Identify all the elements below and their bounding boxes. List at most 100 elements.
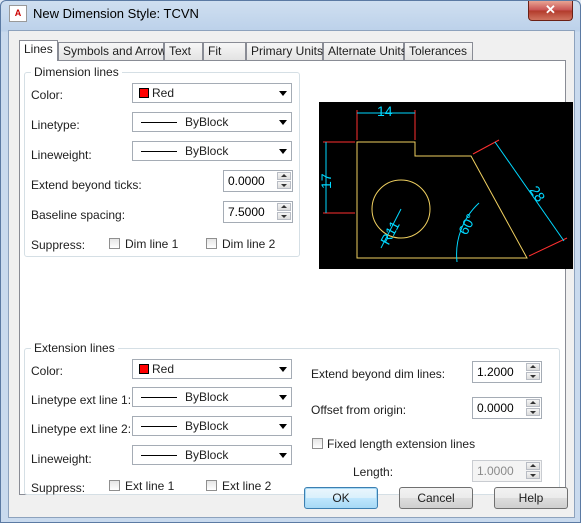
dim-lineweight-value: ByBlock	[185, 144, 229, 158]
spin-down-icon[interactable]	[526, 408, 540, 416]
length-input[interactable]	[475, 463, 527, 479]
tab-alternate-units[interactable]: Alternate Units	[323, 42, 407, 60]
tab-tolerances[interactable]: Tolerances	[404, 42, 473, 60]
ext-line-1-label: Ext line 1	[125, 479, 175, 493]
ext-line-2-checkbox[interactable]	[206, 480, 217, 491]
spin-up-icon[interactable]	[277, 172, 291, 180]
dim-linetype-value: ByBlock	[185, 115, 229, 129]
dim-text-17: 17	[319, 173, 334, 189]
dim-linetype-combo[interactable]: ByBlock	[132, 112, 292, 132]
spin-up-icon[interactable]	[526, 363, 540, 371]
dim-line-1-label: Dim line 1	[125, 237, 179, 251]
line-sample-icon	[141, 426, 177, 427]
ext-line-2-label: Ext line 2	[222, 479, 272, 493]
ext-color-combo[interactable]: Red	[132, 359, 292, 379]
length-label: Length:	[353, 465, 394, 479]
dim-text-60-deg: 60°	[455, 211, 479, 237]
extend-beyond-ticks-label: Extend beyond ticks:	[31, 178, 142, 192]
dim-line-2-checkbox[interactable]	[206, 238, 217, 249]
dim-lineweight-label: Lineweight:	[31, 148, 92, 162]
spin-up-icon[interactable]	[526, 399, 540, 407]
spin-down-icon[interactable]	[526, 471, 540, 479]
extend-beyond-dim-lines-input[interactable]	[475, 364, 527, 380]
offset-from-origin-spinner[interactable]	[472, 397, 542, 419]
dim-text-14: 14	[377, 103, 393, 119]
lines-tab-page: Dimension lines Color: Red Linetype: ByB…	[19, 60, 573, 495]
offset-from-origin-label: Offset from origin:	[311, 403, 407, 417]
tab-text[interactable]: Text	[164, 42, 203, 60]
preview-drawing: 14 17 28 60° R11	[318, 103, 568, 263]
ext-color-label: Color:	[31, 364, 64, 378]
dialog-client-area: Lines Symbols and Arrows Text Fit Primar…	[8, 30, 575, 518]
dim-text-28: 28	[527, 183, 549, 205]
dim-line-1-checkbox[interactable]	[109, 238, 120, 249]
ext-color-value: Red	[152, 362, 175, 376]
preview-extension-lines	[323, 110, 568, 257]
ext-suppress-label: Suppress:	[31, 481, 86, 495]
baseline-spacing-input[interactable]	[226, 204, 278, 220]
dim-color-combo[interactable]: Red	[132, 83, 292, 103]
chevron-down-icon	[279, 453, 287, 458]
chevron-down-icon	[279, 91, 287, 96]
dialog-window: A New Dimension Style: TCVN ✕ Lines Symb…	[0, 0, 581, 523]
preview-dimension-lines	[325, 112, 565, 263]
dim-color-label: Color:	[31, 88, 64, 102]
chevron-down-icon	[279, 367, 287, 372]
fixed-length-extension-lines-checkbox[interactable]	[312, 438, 323, 449]
tab-fit[interactable]: Fit	[203, 42, 246, 60]
tab-symbols-and-arrows[interactable]: Symbols and Arrows	[58, 42, 172, 60]
window-title: New Dimension Style: TCVN	[33, 6, 199, 21]
chevron-down-icon	[279, 395, 287, 400]
spinner-buttons	[526, 363, 540, 381]
linetype-ext-line-2-label: Linetype ext line 2:	[31, 422, 132, 436]
linetype-ext-line-1-label: Linetype ext line 1:	[31, 393, 132, 407]
line-sample-icon	[141, 455, 177, 456]
ext-lineweight-label: Lineweight:	[31, 452, 92, 466]
length-spinner[interactable]	[472, 460, 542, 482]
linetype-ext-line-1-combo[interactable]: ByBlock	[132, 387, 292, 407]
dimension-preview: 14 17 28 60° R11	[318, 102, 573, 269]
linetype-ext-line-1-value: ByBlock	[185, 390, 229, 404]
chevron-down-icon	[279, 424, 287, 429]
extension-lines-legend: Extension lines	[34, 341, 115, 355]
spin-up-icon[interactable]	[526, 462, 540, 470]
extend-beyond-ticks-input[interactable]	[226, 173, 278, 189]
red-color-swatch	[139, 364, 149, 374]
offset-from-origin-input[interactable]	[475, 400, 527, 416]
extend-beyond-dim-lines-label: Extend beyond dim lines:	[311, 367, 446, 381]
close-button[interactable]: ✕	[528, 1, 573, 21]
dim-lineweight-combo[interactable]: ByBlock	[132, 141, 292, 161]
extend-beyond-dim-lines-spinner[interactable]	[472, 361, 542, 383]
ext-lineweight-combo[interactable]: ByBlock	[132, 445, 292, 465]
red-color-swatch	[139, 88, 149, 98]
dim-linetype-label: Linetype:	[31, 118, 80, 132]
line-sample-icon	[141, 151, 177, 152]
spin-down-icon[interactable]	[277, 212, 291, 220]
title-bar[interactable]: A New Dimension Style: TCVN ✕	[1, 1, 580, 25]
extend-beyond-ticks-spinner[interactable]	[223, 170, 293, 192]
autocad-app-icon: A	[9, 5, 27, 22]
linetype-ext-line-2-combo[interactable]: ByBlock	[132, 416, 292, 436]
spinner-buttons	[526, 399, 540, 417]
spin-down-icon[interactable]	[526, 372, 540, 380]
spin-down-icon[interactable]	[277, 181, 291, 189]
spin-up-icon[interactable]	[277, 203, 291, 211]
spinner-buttons	[526, 462, 540, 480]
spinner-buttons	[277, 172, 291, 190]
ext-lineweight-value: ByBlock	[185, 448, 229, 462]
ext-line-1-checkbox[interactable]	[109, 480, 120, 491]
chevron-down-icon	[279, 149, 287, 154]
dim-line-2-label: Dim line 2	[222, 237, 276, 251]
dim-text-r11: R11	[377, 218, 403, 247]
baseline-spacing-spinner[interactable]	[223, 201, 293, 223]
fixed-length-extension-lines-label: Fixed length extension lines	[327, 437, 476, 451]
dim-suppress-label: Suppress:	[31, 238, 86, 252]
ok-button[interactable]: OK	[304, 487, 378, 509]
dimension-lines-legend: Dimension lines	[34, 65, 119, 79]
cancel-button[interactable]: Cancel	[399, 487, 473, 509]
tab-primary-units[interactable]: Primary Units	[246, 42, 323, 60]
line-sample-icon	[141, 397, 177, 398]
line-sample-icon	[141, 122, 177, 123]
help-button[interactable]: Help	[494, 487, 568, 509]
tab-lines[interactable]: Lines	[19, 40, 58, 61]
